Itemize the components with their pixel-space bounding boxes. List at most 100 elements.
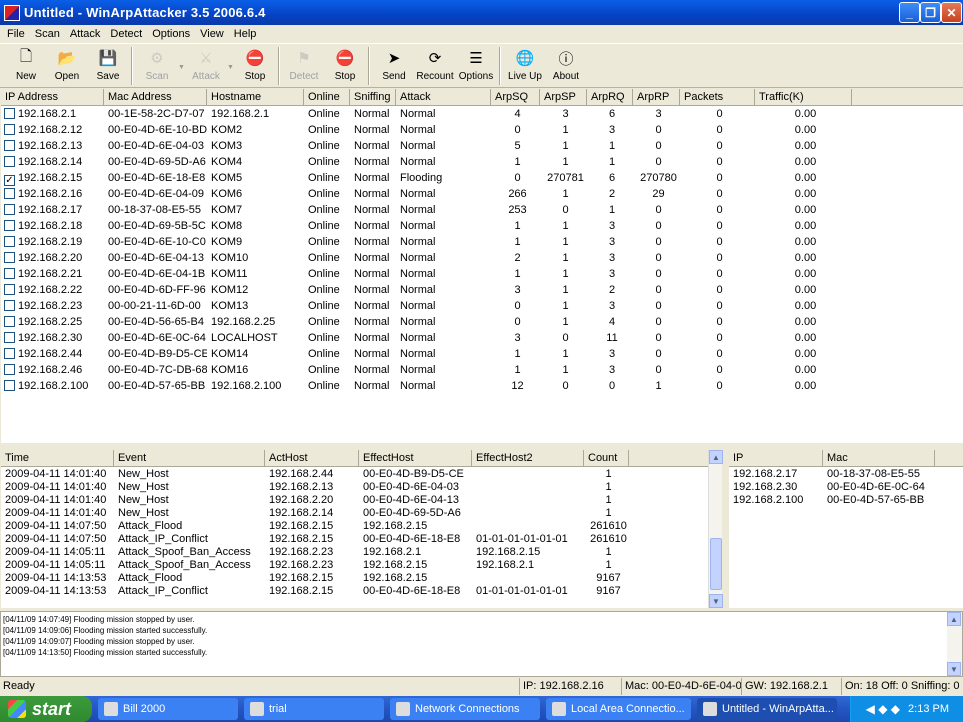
event-row[interactable]: 2009-04-11 14:13:53 Attack_Flood 192.168.2… <box>1 572 708 585</box>
column-header-sniffing[interactable]: Sniffing <box>350 89 396 105</box>
scroll-down-icon[interactable]: ▼ <box>709 594 723 608</box>
table-row[interactable]: ✓ 192.168.2.15 00-E0-4D-6E-18-E8 KOM5 Online… <box>1 170 963 186</box>
table-row[interactable]: 192.168.2.14 00-E0-4D-69-5D-A6 KOM4 Online N… <box>1 154 963 170</box>
event-row[interactable]: 2009-04-11 14:13:53 Attack_IP_Conflict 192… <box>1 585 708 598</box>
event-row[interactable]: 2009-04-11 14:01:40 New_Host 192.168.2.13 0… <box>1 481 708 494</box>
event-row[interactable]: 2009-04-11 14:01:40 New_Host 192.168.2.20 0… <box>1 494 708 507</box>
column-header-count[interactable]: Count <box>584 450 629 466</box>
taskbar-item-untitled-winarpatta[interactable]: Untitled - WinArpAtta... <box>697 698 837 720</box>
row-checkbox[interactable] <box>4 348 15 359</box>
event-row[interactable]: 2009-04-11 14:01:40 New_Host 192.168.2.14 0… <box>1 507 708 520</box>
taskbar-item-local-area-connectio[interactable]: Local Area Connectio... <box>546 698 691 720</box>
scroll-down-icon[interactable]: ▼ <box>947 662 961 676</box>
log-scrollbar[interactable]: ▲ ▼ <box>947 612 962 676</box>
menu-attack[interactable]: Attack <box>65 28 106 40</box>
dropdown-arrow-icon[interactable]: ▼ <box>178 44 186 71</box>
table-row[interactable]: 192.168.2.18 00-E0-4D-69-5B-5C KOM8 Online N… <box>1 218 963 234</box>
row-checkbox[interactable] <box>4 300 15 311</box>
table-row[interactable]: 192.168.2.13 00-E0-4D-6E-04-03 KOM3 Online N… <box>1 138 963 154</box>
row-checkbox[interactable] <box>4 364 15 375</box>
taskbar-item-trial[interactable]: trial <box>244 698 384 720</box>
row-checkbox[interactable] <box>4 204 15 215</box>
table-row[interactable]: 192.168.2.17 00-18-37-08-E5-55 KOM7 Online N… <box>1 202 963 218</box>
dropdown-arrow-icon[interactable]: ▼ <box>227 44 235 71</box>
scroll-thumb[interactable] <box>710 538 722 590</box>
table-row[interactable]: 192.168.2.100 00-E0-4D-57-65-BB 192.168.2.… <box>1 378 963 394</box>
toolbar-about-button[interactable]: ⓘ About <box>546 44 586 86</box>
menu-scan[interactable]: Scan <box>30 28 65 40</box>
row-checkbox[interactable] <box>4 268 15 279</box>
table-row[interactable]: 192.168.2.44 00-E0-4D-B9-D5-CE KOM14 Online… <box>1 346 963 362</box>
column-header-hostname[interactable]: Hostname <box>207 89 304 105</box>
event-row[interactable]: 2009-04-11 14:05:11 Attack_Spoof_Ban_Acce… <box>1 559 708 572</box>
list-item[interactable]: 192.168.2.17 00-18-37-08-E5-55 <box>729 468 963 481</box>
column-header-ip[interactable]: IP <box>729 450 823 466</box>
row-checkbox[interactable] <box>4 236 15 247</box>
menu-view[interactable]: View <box>195 28 229 40</box>
column-header-arpsq[interactable]: ArpSQ <box>491 89 540 105</box>
table-row[interactable]: 192.168.2.22 00-E0-4D-6D-FF-96 KOM12 Online… <box>1 282 963 298</box>
toolbar-new-button[interactable]: 🗋 New <box>6 44 46 86</box>
column-header-traffic-k[interactable]: Traffic(K) <box>755 89 852 105</box>
menu-detect[interactable]: Detect <box>105 28 147 40</box>
table-row[interactable]: 192.168.2.1 00-1E-58-2C-D7-07 192.168.2.1 O… <box>1 106 963 122</box>
column-header-packets[interactable]: Packets <box>680 89 755 105</box>
column-header-arpsp[interactable]: ArpSP <box>540 89 587 105</box>
row-checkbox[interactable] <box>4 140 15 151</box>
maximize-button[interactable]: ❐ <box>920 2 941 23</box>
scroll-up-icon[interactable]: ▲ <box>709 450 723 464</box>
minimize-button[interactable]: _ <box>899 2 920 23</box>
column-header-arprp[interactable]: ArpRP <box>633 89 680 105</box>
column-header-mac[interactable]: Mac <box>823 450 935 466</box>
table-row[interactable]: 192.168.2.21 00-E0-4D-6E-04-1B KOM11 Online… <box>1 266 963 282</box>
toolbar-save-button[interactable]: 💾 Save <box>88 44 128 86</box>
column-header-ip-address[interactable]: IP Address <box>1 89 104 105</box>
taskbar-item-network-connections[interactable]: Network Connections <box>390 698 540 720</box>
column-header-event[interactable]: Event <box>114 450 265 466</box>
column-header-online[interactable]: Online <box>304 89 350 105</box>
table-row[interactable]: 192.168.2.46 00-E0-4D-7C-DB-68 KOM16 Online… <box>1 362 963 378</box>
event-row[interactable]: 2009-04-11 14:05:11 Attack_Spoof_Ban_Acce… <box>1 546 708 559</box>
table-row[interactable]: 192.168.2.19 00-E0-4D-6E-10-C0 KOM9 Online N… <box>1 234 963 250</box>
title-bar[interactable]: Untitled - WinArpAttacker 3.5 2006.6.4 _… <box>0 0 963 25</box>
toolbar-scan-button[interactable]: ⚙ Scan <box>137 44 177 86</box>
toolbar-send-button[interactable]: ➤ Send <box>374 44 414 86</box>
row-checkbox[interactable] <box>4 252 15 263</box>
row-checkbox[interactable] <box>4 188 15 199</box>
column-header-mac-address[interactable]: Mac Address <box>104 89 207 105</box>
row-checkbox[interactable] <box>4 124 15 135</box>
tray-icons[interactable]: ◀ ◆ ◆ <box>866 702 900 716</box>
list-item[interactable]: 192.168.2.30 00-E0-4D-6E-0C-64 <box>729 481 963 494</box>
row-checkbox[interactable]: ✓ <box>4 175 15 186</box>
table-row[interactable]: 192.168.2.16 00-E0-4D-6E-04-09 KOM6 Online N… <box>1 186 963 202</box>
menu-options[interactable]: Options <box>147 28 195 40</box>
event-row[interactable]: 2009-04-11 14:01:40 New_Host 192.168.2.44 0… <box>1 468 708 481</box>
menu-file[interactable]: File <box>2 28 30 40</box>
table-row[interactable]: 192.168.2.12 00-E0-4D-6E-10-BD KOM2 Online N… <box>1 122 963 138</box>
table-row[interactable]: 192.168.2.25 00-E0-4D-56-65-B4 192.168.2.2… <box>1 314 963 330</box>
list-item[interactable]: 192.168.2.100 00-E0-4D-57-65-BB <box>729 494 963 507</box>
row-checkbox[interactable] <box>4 108 15 119</box>
close-button[interactable]: ✕ <box>941 2 962 23</box>
scroll-up-icon[interactable]: ▲ <box>947 612 961 626</box>
row-checkbox[interactable] <box>4 284 15 295</box>
table-row[interactable]: 192.168.2.20 00-E0-4D-6E-04-13 KOM10 Online… <box>1 250 963 266</box>
toolbar-stop-button[interactable]: ⛔ Stop <box>325 44 365 86</box>
table-row[interactable]: 192.168.2.30 00-E0-4D-6E-0C-64 LOCALHOST On… <box>1 330 963 346</box>
toolbar-live-up-button[interactable]: 🌐 Live Up <box>505 44 545 86</box>
toolbar-stop-button[interactable]: ⛔ Stop <box>235 44 275 86</box>
toolbar-attack-button[interactable]: ⚔ Attack <box>186 44 226 86</box>
column-header-attack[interactable]: Attack <box>396 89 491 105</box>
toolbar-detect-button[interactable]: ⚑ Detect <box>284 44 324 86</box>
event-row[interactable]: 2009-04-11 14:07:50 Attack_Flood 192.168.2… <box>1 520 708 533</box>
row-checkbox[interactable] <box>4 380 15 391</box>
table-row[interactable]: 192.168.2.23 00-00-21-11-6D-00 KOM13 Online… <box>1 298 963 314</box>
event-scrollbar[interactable]: ▲ ▼ <box>708 450 723 608</box>
column-header-effecthost[interactable]: EffectHost <box>359 450 472 466</box>
toolbar-recount-button[interactable]: ⟳ Recount <box>415 44 455 86</box>
column-header-acthost[interactable]: ActHost <box>265 450 359 466</box>
event-row[interactable]: 2009-04-11 14:07:50 Attack_IP_Conflict 192… <box>1 533 708 546</box>
taskbar-item-bill-2000[interactable]: Bill 2000 <box>98 698 238 720</box>
row-checkbox[interactable] <box>4 316 15 327</box>
toolbar-open-button[interactable]: 📂 Open <box>47 44 87 86</box>
